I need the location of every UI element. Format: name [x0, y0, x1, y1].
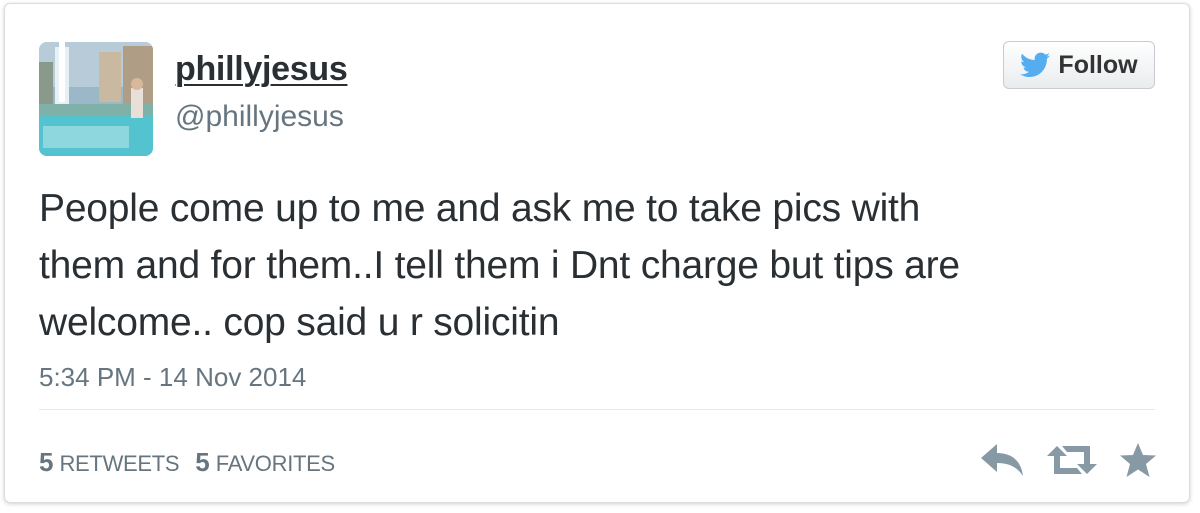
retweets-stat[interactable]: 5 RETWEETS [39, 447, 180, 478]
display-name[interactable]: phillyjesus [175, 50, 348, 89]
star-icon [1120, 443, 1156, 477]
follow-button[interactable]: Follow [1003, 41, 1155, 89]
tweet-text: People come up to me and ask me to take … [39, 180, 1149, 351]
follow-label: Follow [1058, 50, 1138, 79]
retweets-count: 5 [39, 447, 54, 477]
tweet-card: phillyjesus @phillyjesus Follow People c… [4, 3, 1190, 503]
tweet-line: them and for them..I tell them i Dnt cha… [39, 244, 960, 287]
tweet-line: welcome.. cop said u r solicitin [39, 301, 560, 344]
tweet-line: People come up to me and ask me to take … [39, 187, 921, 230]
avatar[interactable] [39, 42, 153, 156]
retweets-label: RETWEETS [59, 451, 180, 476]
favorite-button[interactable] [1119, 442, 1157, 478]
user-handle[interactable]: @phillyjesus [175, 100, 344, 134]
divider [39, 409, 1155, 410]
reply-button[interactable] [979, 442, 1025, 478]
tweet-timestamp[interactable]: 5:34 PM - 14 Nov 2014 [39, 362, 306, 393]
favorites-count: 5 [195, 447, 210, 477]
tweet-stats: 5 RETWEETS 5 FAVORITES [39, 447, 335, 478]
favorites-label: FAVORITES [215, 451, 335, 476]
retweet-icon [1047, 446, 1097, 474]
tweet-actions [979, 442, 1157, 478]
twitter-bird-icon [1020, 52, 1051, 77]
favorites-stat[interactable]: 5 FAVORITES [195, 447, 335, 478]
profile-photo-icon [39, 42, 153, 156]
reply-icon [981, 444, 1023, 476]
retweet-button[interactable] [1047, 442, 1097, 478]
